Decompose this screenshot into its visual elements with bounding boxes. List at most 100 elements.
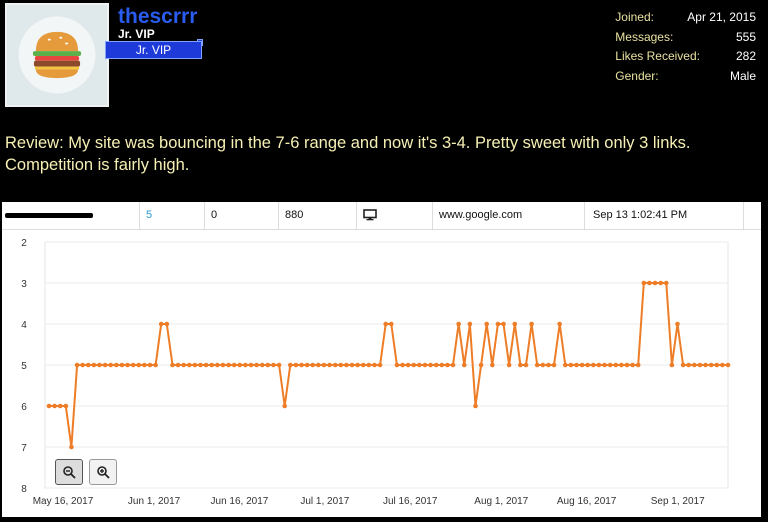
rank-point[interactable] xyxy=(467,321,473,327)
rank-point[interactable] xyxy=(562,362,568,368)
rank-point[interactable] xyxy=(619,362,624,368)
rank-point[interactable] xyxy=(596,362,602,368)
rank-point[interactable] xyxy=(591,362,596,368)
rank-point[interactable] xyxy=(607,362,613,368)
rank-point[interactable] xyxy=(372,362,377,368)
rank-point[interactable] xyxy=(585,362,591,368)
rank-point[interactable] xyxy=(63,403,69,409)
rank-point[interactable] xyxy=(316,362,321,368)
rank-point[interactable] xyxy=(383,321,388,327)
rank-point[interactable] xyxy=(276,362,282,368)
rank-point[interactable] xyxy=(574,362,579,368)
rank-point[interactable] xyxy=(220,362,226,368)
rank-point[interactable] xyxy=(366,362,372,368)
rank-point[interactable] xyxy=(428,362,433,368)
username-link[interactable]: thescrrr xyxy=(118,5,197,29)
rank-point[interactable] xyxy=(411,362,417,368)
rank-point[interactable] xyxy=(164,321,170,327)
rank-point[interactable] xyxy=(433,362,439,368)
rank-point[interactable] xyxy=(456,321,461,327)
rank-point[interactable] xyxy=(293,362,299,368)
rank-point[interactable] xyxy=(327,362,332,368)
rank-point[interactable] xyxy=(181,362,186,368)
rank-point[interactable] xyxy=(265,362,271,368)
rank-point[interactable] xyxy=(501,321,506,327)
rank-point[interactable] xyxy=(613,362,619,368)
rank-point[interactable] xyxy=(579,362,585,368)
rank-point[interactable] xyxy=(119,362,125,368)
rank-point[interactable] xyxy=(675,321,680,327)
rank-point[interactable] xyxy=(506,362,512,368)
rank-point[interactable] xyxy=(130,362,136,368)
rank-value-link[interactable]: 5 xyxy=(139,202,204,229)
rank-point[interactable] xyxy=(703,362,708,368)
rank-point[interactable] xyxy=(624,362,630,368)
rank-point[interactable] xyxy=(714,362,720,368)
rank-point[interactable] xyxy=(310,362,316,368)
rank-point[interactable] xyxy=(158,321,164,327)
rank-point[interactable] xyxy=(422,362,428,368)
rank-point[interactable] xyxy=(394,362,400,368)
rank-point[interactable] xyxy=(226,362,231,368)
rank-point[interactable] xyxy=(147,362,153,368)
rank-point[interactable] xyxy=(692,362,697,368)
zoom-out-button[interactable] xyxy=(55,459,83,485)
rank-point[interactable] xyxy=(186,362,192,368)
avatar[interactable] xyxy=(5,3,109,107)
rank-point[interactable] xyxy=(602,362,607,368)
rank-point[interactable] xyxy=(271,362,276,368)
rank-point[interactable] xyxy=(231,362,237,368)
rank-point[interactable] xyxy=(490,362,495,368)
rank-point[interactable] xyxy=(669,362,675,368)
rank-point[interactable] xyxy=(523,362,529,368)
rank-point[interactable] xyxy=(518,362,523,368)
rank-point[interactable] xyxy=(304,362,310,368)
rank-point[interactable] xyxy=(349,362,355,368)
rank-point[interactable] xyxy=(46,403,52,409)
rank-point[interactable] xyxy=(243,362,248,368)
rank-point[interactable] xyxy=(473,403,478,409)
rank-point[interactable] xyxy=(299,362,304,368)
rank-point[interactable] xyxy=(461,362,467,368)
rank-point[interactable] xyxy=(175,362,181,368)
rank-point[interactable] xyxy=(529,321,534,327)
rank-point[interactable] xyxy=(534,362,540,368)
rank-point[interactable] xyxy=(495,321,501,327)
rank-point[interactable] xyxy=(203,362,209,368)
rank-point[interactable] xyxy=(259,362,265,368)
rank-point[interactable] xyxy=(405,362,411,368)
rank-point[interactable] xyxy=(708,362,714,368)
rank-point[interactable] xyxy=(102,362,108,368)
rank-point[interactable] xyxy=(450,362,456,368)
rank-point[interactable] xyxy=(630,362,635,368)
rank-point[interactable] xyxy=(360,362,366,368)
rank-point[interactable] xyxy=(641,280,647,286)
rank-point[interactable] xyxy=(652,280,658,286)
rank-point[interactable] xyxy=(439,362,445,368)
rank-point[interactable] xyxy=(389,321,394,327)
rank-point[interactable] xyxy=(377,362,383,368)
rank-point[interactable] xyxy=(417,362,422,368)
rank-point[interactable] xyxy=(445,362,450,368)
rank-point[interactable] xyxy=(658,280,663,286)
rank-point[interactable] xyxy=(400,362,405,368)
rank-point[interactable] xyxy=(647,280,652,286)
rank-point[interactable] xyxy=(170,362,175,368)
rank-point[interactable] xyxy=(287,362,293,368)
rank-point[interactable] xyxy=(254,362,259,368)
rank-point[interactable] xyxy=(540,362,546,368)
rank-point[interactable] xyxy=(85,362,91,368)
rank-point[interactable] xyxy=(125,362,130,368)
rank-point[interactable] xyxy=(720,362,725,368)
rank-point[interactable] xyxy=(198,362,203,368)
rank-point[interactable] xyxy=(680,362,686,368)
rank-point[interactable] xyxy=(114,362,119,368)
rank-point[interactable] xyxy=(484,321,490,327)
rank-point[interactable] xyxy=(344,362,349,368)
rank-point[interactable] xyxy=(57,403,63,409)
rank-point[interactable] xyxy=(52,403,57,409)
rank-point[interactable] xyxy=(248,362,254,368)
rank-point[interactable] xyxy=(142,362,147,368)
rank-point[interactable] xyxy=(153,362,158,368)
rank-point[interactable] xyxy=(697,362,703,368)
